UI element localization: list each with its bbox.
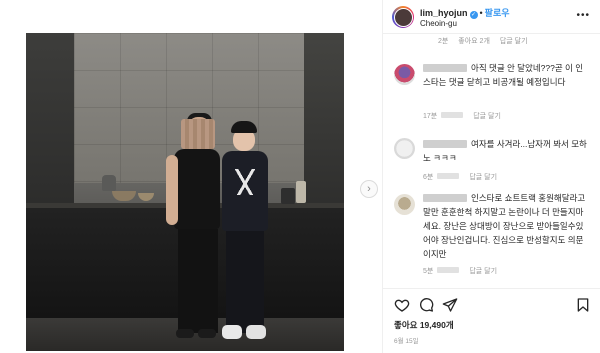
comment-text: 인스타로 쇼트트랙 홍원해달라고 말만 훈훈한척 하지말고 논란이나 더 만들지… (423, 193, 586, 259)
comment-meta: 2분 좋아요 2개 답글 달기 (438, 36, 528, 46)
person-left-shoe (198, 329, 216, 338)
comment-reply-button[interactable]: 답글 달기 (473, 113, 501, 120)
chevron-right-icon[interactable]: › (360, 180, 378, 198)
username-link[interactable]: lim_hyojun (420, 8, 468, 18)
comment-likes-redacted (441, 112, 464, 118)
comment-avatar[interactable] (394, 194, 415, 215)
post-actions: 좋아요 19,490개 6월 15일 (383, 288, 600, 353)
username-row: lim_hyojun ✓ • 팔로우 (420, 6, 510, 19)
person-right-legs (226, 231, 264, 333)
person-left-legs (178, 229, 218, 333)
bowl (112, 191, 136, 201)
comment-avatar[interactable] (394, 64, 415, 85)
comment-body: 여자를 사겨라...남자꺼 봐서 모하노 ㅋㅋㅋ (423, 137, 588, 165)
follow-button[interactable]: 팔로우 (485, 8, 510, 18)
comment-username-redacted (423, 64, 467, 72)
post-media-panel: › (0, 0, 383, 353)
verified-badge-icon: ✓ (469, 11, 478, 19)
person-right-shoe (222, 325, 242, 339)
post-header: lim_hyojun ✓ • 팔로우 Cheoin-gu ••• (383, 0, 600, 34)
comment-meta: 5분 답글 달기 (423, 266, 497, 276)
more-options-icon[interactable]: ••• (576, 10, 590, 21)
comment-likes-redacted (437, 173, 460, 179)
hoodie-print (235, 169, 255, 195)
likes-count[interactable]: 좋아요 19,490개 (394, 319, 454, 331)
appliance (281, 188, 295, 204)
comment-likes-redacted (437, 267, 460, 273)
post-date[interactable]: 6월 15일 (394, 335, 419, 345)
jar (296, 181, 306, 203)
avatar-image (393, 7, 413, 27)
heart-icon[interactable] (394, 297, 410, 313)
comment-time: 5분 (423, 268, 434, 275)
comment-username-redacted (423, 140, 467, 148)
comment-username-redacted (423, 194, 467, 202)
comment-reply-button[interactable]: 답글 달기 (500, 38, 528, 45)
post-photo[interactable] (26, 33, 344, 351)
comment-body: 아직 댓글 안 달았네???곧 이 인스타는 댓글 닫히고 비공개될 예정입니다 (423, 61, 588, 89)
avatar[interactable] (392, 6, 414, 28)
person-left-shoe (176, 329, 194, 338)
comment-body: 인스타로 쇼트트랙 홍원해달라고 말만 훈훈한척 하지말고 논란이나 더 만들지… (423, 191, 588, 261)
bookmark-icon[interactable] (575, 297, 591, 313)
person-right-shoe (246, 325, 266, 339)
comments-list[interactable]: 2분 좋아요 2개 답글 달기 아직 댓글 안 달았네???곧 이 인스타는 댓… (383, 34, 600, 288)
comment-likes[interactable]: 좋아요 2개 (458, 38, 490, 45)
comment-meta: 17분 답글 달기 (423, 111, 501, 121)
location-link[interactable]: Cheoin-gu (420, 19, 457, 28)
separator-dot: • (479, 8, 483, 18)
comment-time: 17분 (423, 113, 438, 120)
share-icon[interactable] (442, 297, 458, 313)
comment-reply-button[interactable]: 답글 달기 (469, 268, 497, 275)
bowl-small (138, 193, 154, 201)
comment-reply-button[interactable]: 답글 달기 (469, 174, 497, 181)
kettle (102, 175, 116, 191)
comment-time: 2분 (438, 38, 449, 45)
comment-time: 6분 (423, 174, 434, 181)
person-right-cap (231, 121, 257, 133)
person-left-arm (166, 155, 178, 225)
person-left-face-mosaic (181, 119, 215, 149)
comment-meta: 6분 답글 달기 (423, 172, 497, 182)
person-left-body (174, 149, 220, 229)
comment-icon[interactable] (418, 297, 434, 313)
comment-avatar[interactable] (394, 138, 415, 159)
